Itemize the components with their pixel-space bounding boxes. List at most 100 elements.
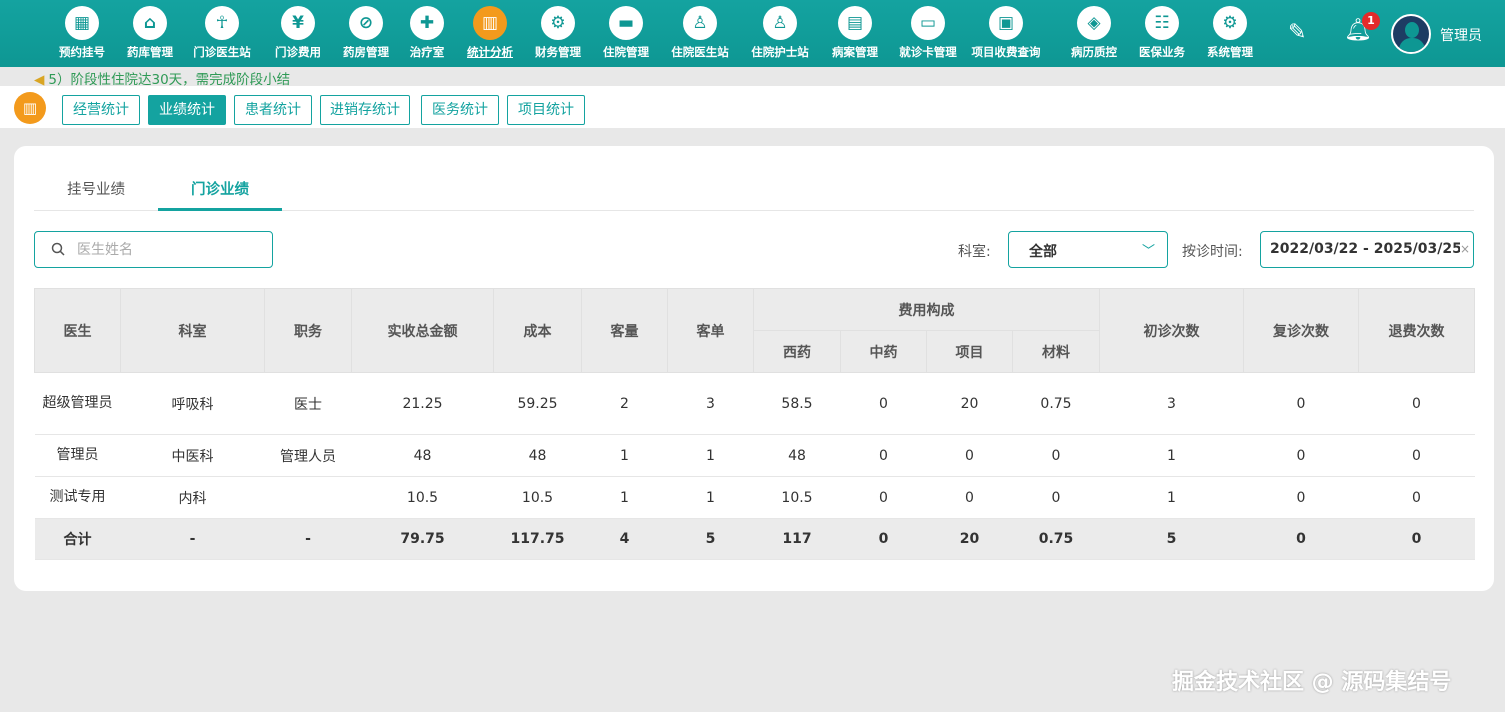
nav-item-label: 系统管理 [1207,45,1253,59]
table-cell: 管理员 [34,434,121,477]
nav-item-11[interactable]: ▤ 病案管理 [815,6,895,60]
nav-item-9[interactable]: ♙ 住院医生站 [660,6,740,60]
table-cell: 10.5 [493,476,582,519]
nav-item-10[interactable]: ♙ 住院护士站 [740,6,820,60]
settings-icon: ⚙ [1213,6,1247,40]
table-cell: 10.5 [351,476,494,519]
nav-item-label: 药库管理 [127,45,173,59]
col-refund: 退费次数 [1358,288,1475,373]
card-icon: ▭ [911,6,945,40]
subtab-0[interactable]: 经营统计 [62,95,140,125]
notification-badge: 1 [1362,12,1380,30]
subtab-2[interactable]: 患者统计 [234,95,312,125]
table-cell: 0 [840,476,927,519]
subtab-5[interactable]: 项目统计 [507,95,585,125]
table-cell: 0 [1358,434,1475,477]
total-cell: 0.75 [1012,518,1100,560]
nav-item-label: 病案管理 [832,45,878,59]
total-cell: 5 [667,518,754,560]
table-cell: 0 [840,434,927,477]
doctor-search-input[interactable] [77,233,267,266]
avatar[interactable] [1391,14,1431,54]
col-orders: 客单 [667,288,754,373]
table-row: 管理员 中医科 管理人员 48 48 1 1 48 0 0 0 1 0 0 [34,434,1475,477]
date-range-value: 2022/03/22 - 2025/03/25 [1270,241,1462,257]
total-row: 合计 - -79.75 117.75 4 5 117 0 20 0.75 5 0 0 [34,518,1475,560]
total-cell: 合计 [34,518,121,560]
table-body: 超级管理员 呼吸科 医士 21.25 59.25 2 3 58.5 0 20 0.75 3 0 0 管理员中… [34,372,1475,560]
nav-item-12[interactable]: ▭ 就诊卡管理 [888,6,968,60]
chevron-down-icon: ﹀ [1141,244,1155,259]
col-revenue: 实收总金额 [351,288,494,373]
col-cost: 成本 [493,288,582,373]
col-visits: 客量 [581,288,668,373]
table-cell: 0.75 [1012,372,1100,435]
table-cell: 内科 [120,476,265,519]
chart-icon: ▥ [473,6,507,40]
col-chinese-medicine: 中药 [840,330,927,373]
table-cell: 3 [667,372,754,435]
table-cell: 0 [1243,434,1359,477]
nav-item-1[interactable]: ⌂ 药库管理 [110,6,190,60]
pill-icon: ⊘ [349,6,383,40]
col-doctor: 医生 [34,288,121,373]
watermark: 掘金技术社区 @ 源码集结号 [1172,670,1452,695]
table-cell: 1 [667,476,754,519]
tab-active-indicator [158,208,282,211]
nav-item-label: 住院医生站 [671,45,729,59]
total-cell: 4 [581,518,668,560]
bed-icon: ▬ [609,6,643,40]
col-western-medicine: 西药 [753,330,841,373]
quality-icon: ◈ [1077,6,1111,40]
table-cell: 1 [667,434,754,477]
total-cell: 117.75 [493,518,582,560]
col-material: 材料 [1012,330,1100,373]
table-cell: 1 [581,476,668,519]
nav-item-13[interactable]: ▣ 项目收费查询 [966,6,1046,60]
table-cell: 0 [926,434,1013,477]
table-cell: 管理人员 [264,434,352,477]
table-cell: 0 [1358,372,1475,435]
nav-item-8[interactable]: ▬ 住院管理 [586,6,666,60]
table-cell: 0 [926,476,1013,519]
total-cell: - [120,518,265,560]
table-cell: 21.25 [351,372,494,435]
table-cell: 2 [581,372,668,435]
insurance-icon: ☷ [1145,6,1179,40]
username[interactable]: 管理员 [1440,25,1482,45]
col-title: 职务 [264,288,352,373]
search-icon [51,242,65,256]
total-cell: 0 [1243,518,1359,560]
col-items: 项目 [926,330,1013,373]
nav-item-16[interactable]: ⚙ 系统管理 [1190,6,1270,60]
nav-item-label: 门诊医生站 [193,45,251,59]
total-cell: 0 [840,518,927,560]
total-cell: - [264,518,352,560]
table-cell: 测试专用 [34,476,121,519]
subtab-3[interactable]: 进销存统计 [320,95,410,125]
table-cell: 48 [351,434,494,477]
table-cell: 0 [1243,372,1359,435]
fee-query-icon: ▣ [989,6,1023,40]
col-fee-group: 费用构成 [753,288,1100,331]
tab-registration[interactable]: 挂号业绩 [56,178,136,200]
total-cell: 5 [1099,518,1244,560]
nav-item-2[interactable]: ☥ 门诊医生站 [182,6,262,60]
nav-item-label: 住院管理 [603,45,649,59]
clear-icon[interactable]: × [1459,242,1470,256]
dept-select[interactable]: 全部 ﹀ [1008,231,1168,268]
inpatient-doctor-icon: ♙ [683,6,717,40]
subtab-1[interactable]: 业绩统计 [148,95,226,125]
subtab-4[interactable]: 医务统计 [421,95,499,125]
table-cell: 10.5 [753,476,841,519]
edit-icon[interactable]: ✎ [1288,20,1306,45]
nav-item-label: 项目收费查询 [971,45,1041,59]
dept-select-value: 全部 [1029,244,1057,260]
nurse-icon: ✚ [410,6,444,40]
table-cell: 0 [1243,476,1359,519]
tab-outpatient[interactable]: 门诊业绩 [170,178,270,200]
total-cell: 20 [926,518,1013,560]
table-row: 测试专用 内科 10.5 10.5 1 1 10.5 0 0 0 1 0 0 [34,476,1475,519]
date-range-picker[interactable]: 2022/03/22 - 2025/03/25 × [1260,231,1474,268]
col-first-visit: 初诊次数 [1099,288,1244,373]
